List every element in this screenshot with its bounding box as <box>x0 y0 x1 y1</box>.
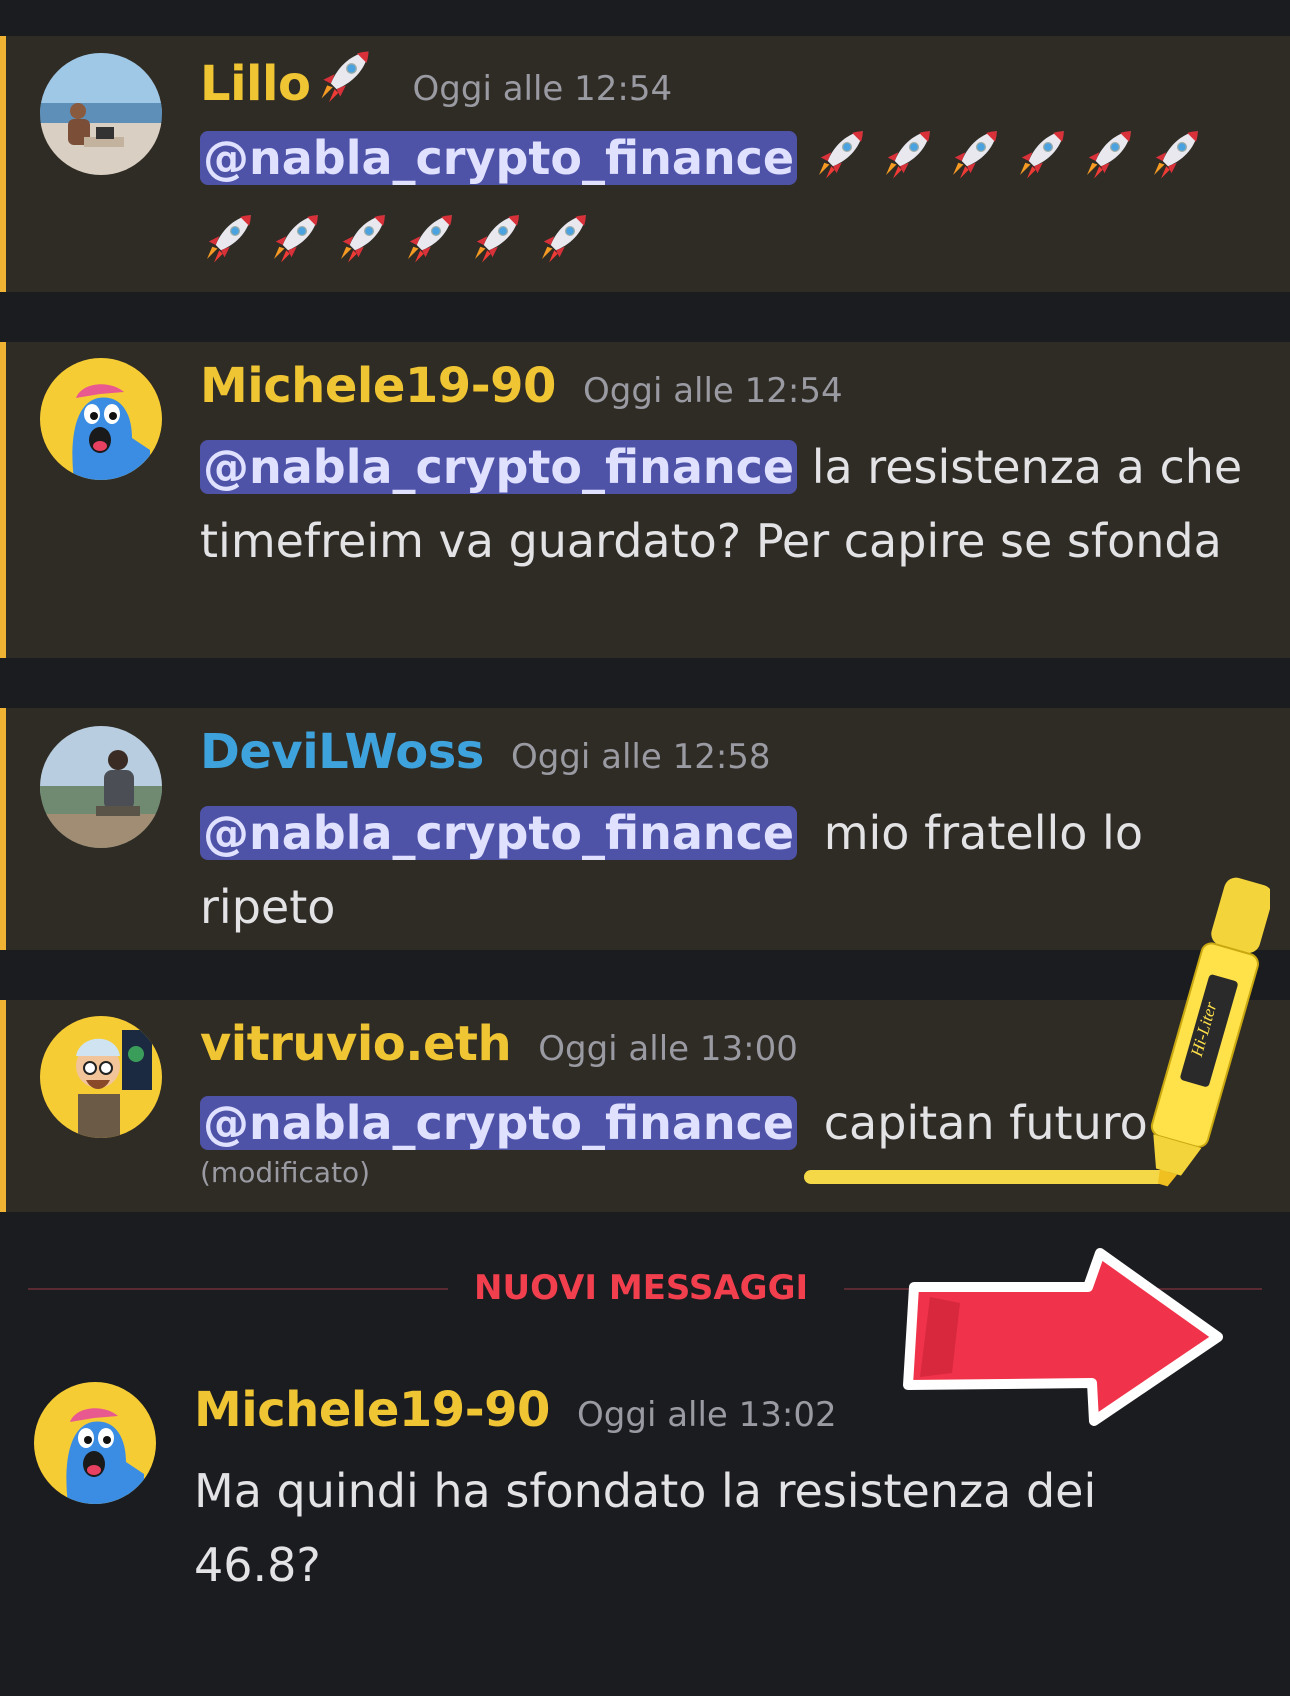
message-text: Ma quindi ha sfondato la resistenza dei … <box>194 1464 1097 1592</box>
username[interactable]: Michele19-90 <box>200 358 556 414</box>
message-michele: Michele19-90 Oggi alle 12:54 @nabla_cryp… <box>0 342 1290 658</box>
user-mention[interactable]: @nabla_crypto_finance <box>200 131 798 185</box>
timestamp: Oggi alle 13:02 <box>577 1395 837 1435</box>
timestamp: Oggi alle 13:00 <box>538 1029 798 1069</box>
message-content: @nabla_crypto_finance mio fratello lo ri… <box>200 796 1270 944</box>
avatar[interactable] <box>40 358 162 480</box>
avatar[interactable] <box>40 1016 162 1138</box>
avatar[interactable] <box>40 726 162 848</box>
message-content: @nabla_crypto_finance <box>200 116 1270 284</box>
user-mention[interactable]: @nabla_crypto_finance <box>200 1096 798 1150</box>
rocket-emoji-icon <box>200 210 256 266</box>
timestamp: Oggi alle 12:58 <box>510 737 771 777</box>
message-header: Michele19-90 Oggi alle 12:54 <box>200 358 843 414</box>
rocket-emoji-icon <box>879 126 935 182</box>
rocket-emoji-icon <box>468 210 524 266</box>
username[interactable]: Lillo <box>200 56 311 112</box>
message-header: Lillo Oggi alle 12:54 <box>200 46 672 112</box>
highlight-stroke <box>804 1170 1170 1184</box>
highlighter-marker-icon: Hi-Liter <box>1150 877 1270 1187</box>
red-arrow-icon <box>903 1248 1223 1426</box>
message-content: Ma quindi ha sfondato la resistenza dei … <box>194 1454 1194 1602</box>
rocket-emoji-icon <box>314 46 374 106</box>
avatar[interactable] <box>34 1382 156 1504</box>
new-messages-label: NUOVI MESSAGGI <box>474 1268 809 1308</box>
avatar[interactable] <box>40 53 162 175</box>
message-content: @nabla_crypto_finance la resistenza a ch… <box>200 430 1270 578</box>
username[interactable]: Michele19-90 <box>194 1382 550 1438</box>
rocket-emoji-icon <box>334 210 390 266</box>
rocket-emoji-icon <box>1147 126 1203 182</box>
username[interactable]: vitruvio.eth <box>200 1016 512 1072</box>
message-lillo: Lillo Oggi alle 12:54 @nabla_crypto_fina… <box>0 36 1290 292</box>
message-header: vitruvio.eth Oggi alle 13:00 <box>200 1016 798 1072</box>
divider-line-left <box>28 1288 448 1290</box>
message-devilwoss: DeviLWoss Oggi alle 12:58 @nabla_crypto_… <box>0 708 1290 950</box>
rocket-emoji-icon <box>812 126 868 182</box>
user-mention[interactable]: @nabla_crypto_finance <box>200 440 798 494</box>
rocket-emoji-icon <box>1013 126 1069 182</box>
message-text: capitan futuro <box>823 1096 1148 1150</box>
rocket-emoji-icon <box>401 210 457 266</box>
rocket-emoji-icon <box>267 210 323 266</box>
user-mention[interactable]: @nabla_crypto_finance <box>200 806 798 860</box>
message-header: DeviLWoss Oggi alle 12:58 <box>200 724 771 780</box>
rocket-emoji-icon <box>946 126 1002 182</box>
rocket-emoji-icon <box>535 210 591 266</box>
timestamp: Oggi alle 12:54 <box>583 371 843 411</box>
username[interactable]: DeviLWoss <box>200 724 484 780</box>
timestamp: Oggi alle 12:54 <box>412 69 673 109</box>
rocket-emoji-icon <box>1080 126 1136 182</box>
message-header: Michele19-90 Oggi alle 13:02 <box>194 1382 837 1438</box>
